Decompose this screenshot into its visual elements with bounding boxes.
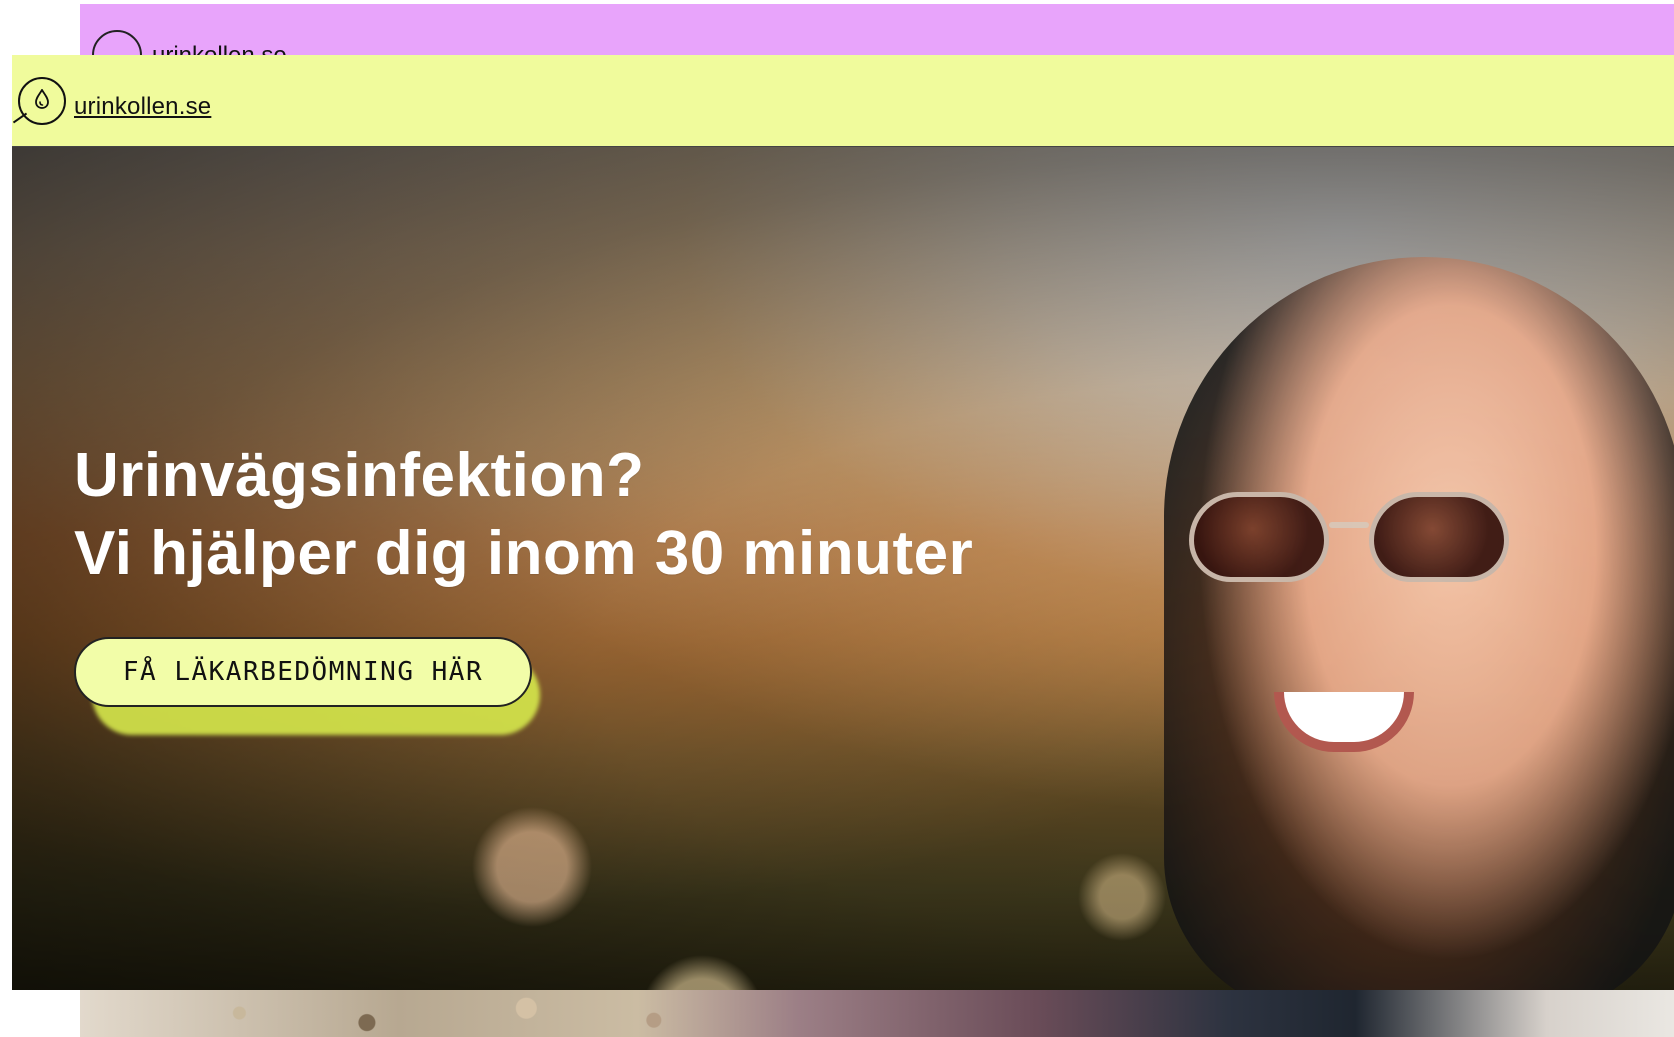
hero-photo-woman xyxy=(1164,257,1674,990)
sunglasses-lens-right xyxy=(1369,492,1509,582)
get-doctor-assessment-button[interactable]: FÅ LÄKARBEDÖMNING HÄR xyxy=(74,637,532,707)
droplet-magnifier-icon[interactable] xyxy=(18,77,66,125)
sunglasses-bridge xyxy=(1329,522,1369,528)
hero-title-line-2: Vi hjälper dig inom 30 minuter xyxy=(74,519,974,588)
site-logo-text[interactable]: urinkollen.se xyxy=(74,93,211,121)
background-photo-strip xyxy=(80,989,1674,1037)
hero-section: Urinvägsinfektion? Vi hjälper dig inom 3… xyxy=(12,147,1674,990)
cta-wrapper: FÅ LÄKARBEDÖMNING HÄR xyxy=(74,637,540,735)
background-header: urinkollen.se xyxy=(80,4,1674,80)
site-header: urinkollen.se xyxy=(12,55,1674,147)
sunglasses xyxy=(1189,482,1509,592)
droplet-icon xyxy=(35,89,49,109)
sunglasses-lens-left xyxy=(1189,492,1329,582)
hero-title-line-1: Urinvägsinfektion? xyxy=(74,441,645,510)
foreground-window: urinkollen.se Urinvägsinfektion? Vi hjäl… xyxy=(12,55,1674,990)
hero-title: Urinvägsinfektion? Vi hjälper dig inom 3… xyxy=(74,437,973,593)
